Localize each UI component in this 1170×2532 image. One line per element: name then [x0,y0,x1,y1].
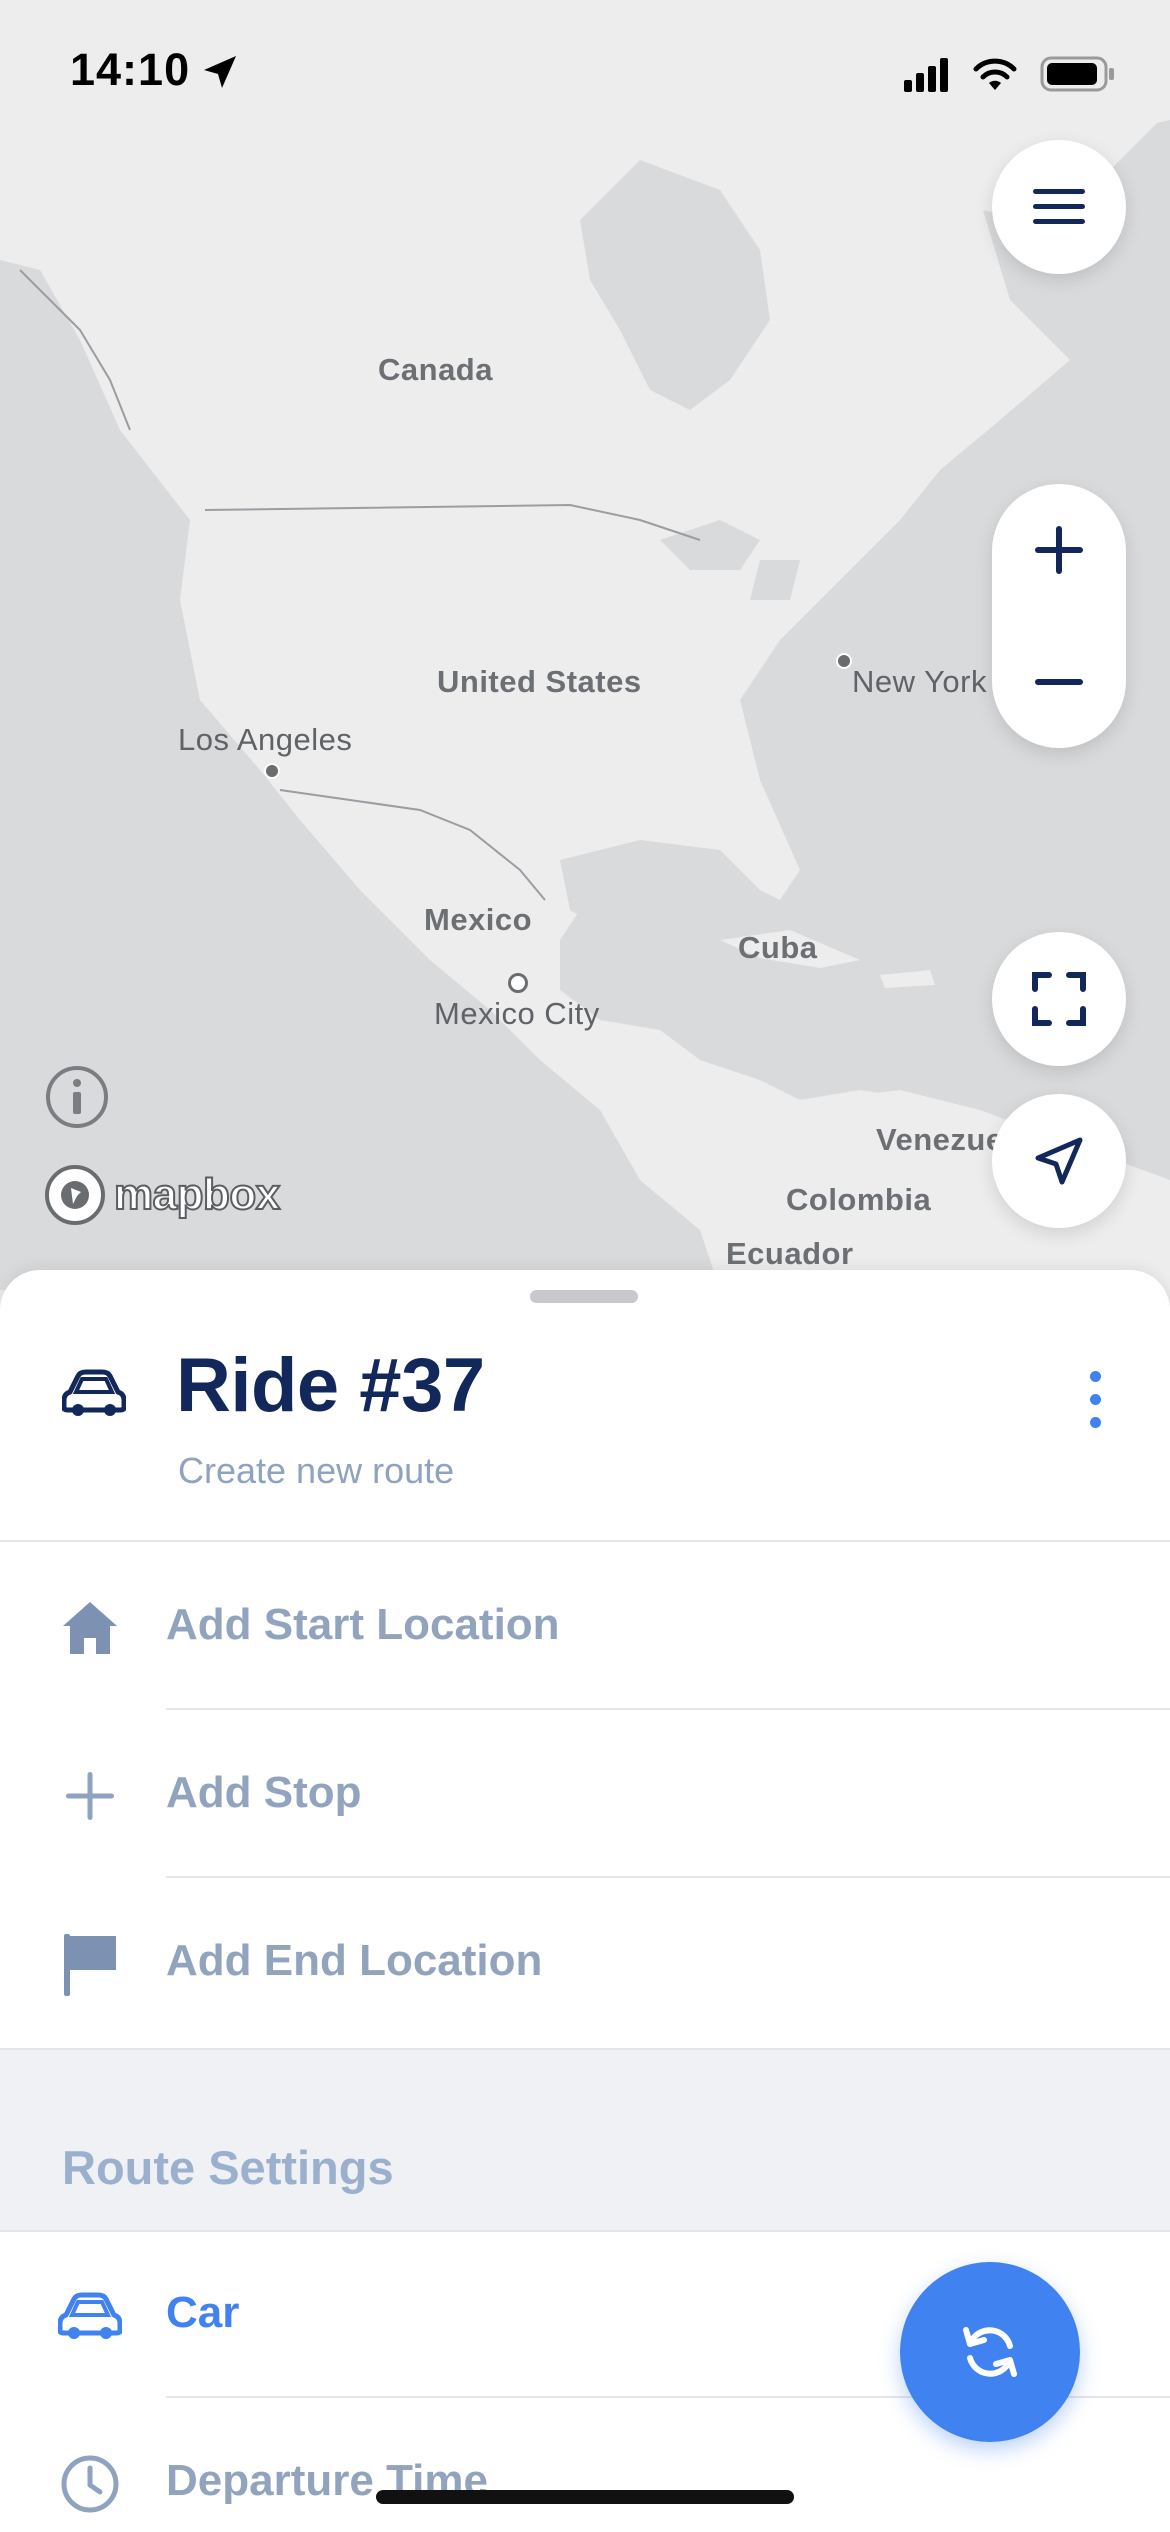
map-label-ecuador: Ecuador [726,1236,854,1271]
zoom-in-button[interactable] [992,484,1126,616]
clock-icon [58,2452,122,2516]
add-end-location-label: Add End Location [166,1936,543,1985]
home-icon [58,1596,122,1660]
sheet-grabber-handle[interactable] [530,1290,638,1303]
recalculate-route-button[interactable] [900,2262,1080,2442]
vehicle-car-label: Car [166,2288,240,2337]
info-icon[interactable] [44,1064,110,1130]
map-label-mexico: Mexico [424,902,533,937]
zoom-out-button[interactable] [992,616,1126,748]
plus-icon [1035,526,1083,574]
plus-icon [58,1764,122,1828]
add-end-location-row[interactable]: Add End Location [0,1878,1170,2046]
map-view[interactable]: Canada United States New York Los Angele… [0,0,1170,1290]
city-dot-los-angeles [264,763,280,779]
minus-icon [1035,679,1083,685]
map-label-los-angeles: Los Angeles [178,722,353,757]
menu-button[interactable] [992,140,1126,274]
map-label-colombia: Colombia [786,1182,932,1217]
route-settings-header: Route Settings [0,2048,1170,2232]
home-indicator [376,2490,794,2504]
battery-icon [1040,56,1114,92]
more-dot [1089,1416,1101,1428]
car-icon [62,1369,126,1416]
zoom-controls [992,484,1126,748]
location-arrow-icon [1035,1137,1083,1185]
map-label-mexico-city: Mexico City [434,996,600,1031]
map-label-new-york: New York [852,664,987,699]
status-time: 14:10 [70,44,191,95]
ride-subtitle: Create new route [178,1450,455,1491]
add-start-location-label: Add Start Location [166,1600,560,1649]
map-label-united-states: United States [437,664,642,699]
mapbox-wordmark: mapbox [113,1169,281,1220]
map-label-cuba: Cuba [738,930,818,965]
flag-icon [58,1932,122,1996]
mapbox-mark-icon [45,1165,105,1225]
refresh-icon [963,2327,1017,2377]
mapbox-logo: mapbox [44,1164,281,1226]
more-dot [1089,1370,1101,1382]
map-label-canada: Canada [378,352,493,387]
wifi-icon [973,58,1017,90]
menu-icon [1033,189,1085,224]
fullscreen-icon [1032,972,1086,1026]
fit-bounds-button[interactable] [992,932,1126,1066]
add-stop-row[interactable]: Add Stop [0,1710,1170,1878]
map-label-venezuela: Venezue [876,1122,1004,1157]
route-settings-title: Route Settings [62,2141,394,2194]
cellular-signal-icon [904,58,948,92]
location-arrow-icon [204,56,236,88]
ride-title: Ride #37 [176,1343,485,1428]
city-dot-mexico-city [508,973,528,993]
more-dot [1089,1393,1101,1405]
add-start-location-row[interactable]: Add Start Location [0,1542,1170,1710]
add-stop-label: Add Stop [166,1768,362,1817]
status-bar: 14:10 [0,0,1170,150]
city-dot-new-york [836,653,852,669]
more-options-button[interactable] [1070,1354,1120,1444]
car-icon [58,2284,122,2348]
locate-me-button[interactable] [992,1094,1126,1228]
